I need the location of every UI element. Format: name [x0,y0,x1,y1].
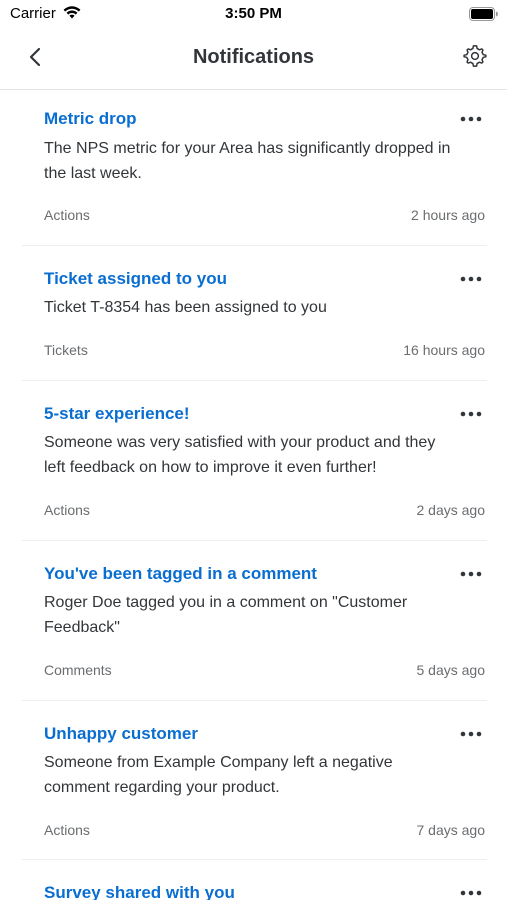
notification-body: The NPS metric for your Area has signifi… [44,140,451,182]
notification-item[interactable]: You've been tagged in a comment Roger Do… [22,541,487,701]
notification-body: Roger Doe tagged you in a comment on "Cu… [44,594,408,636]
notification-list: Metric drop The NPS metric for your Area… [0,90,507,900]
notification-item[interactable]: 5-star experience! Someone was very sati… [22,381,487,541]
notification-category: Actions [44,207,90,223]
settings-button[interactable] [461,44,489,72]
more-options-button[interactable] [457,723,485,743]
ellipsis-icon [460,883,482,900]
more-options-button[interactable] [457,882,485,900]
notification-item[interactable]: Survey shared with you [22,860,487,900]
notification-time: 5 days ago [416,662,486,678]
notification-time: 16 hours ago [403,342,485,358]
notification-title: You've been tagged in a comment [44,564,317,583]
notification-time: 2 days ago [416,502,486,518]
ellipsis-icon [460,269,482,287]
more-options-button[interactable] [457,268,485,288]
notification-title: Survey shared with you [44,883,235,900]
ellipsis-icon [460,724,482,742]
notification-item[interactable]: Unhappy customer Someone from Example Co… [22,701,487,860]
notification-time: 2 hours ago [411,207,485,223]
notification-title: Unhappy customer [44,724,198,743]
ellipsis-icon [460,564,482,582]
more-options-button[interactable] [457,563,485,583]
ellipsis-icon [460,109,482,127]
status-bar: Carrier 3:50 PM [0,0,507,28]
ellipsis-icon [460,404,482,422]
status-time: 3:50 PM [225,5,282,22]
more-options-button[interactable] [457,108,485,128]
battery-icon [469,7,499,26]
notification-body: Someone was very satisfied with your pro… [44,434,436,476]
notification-item[interactable]: Ticket assigned to you Ticket T-8354 has… [22,246,487,381]
more-options-button[interactable] [457,403,485,423]
navigation-bar: Notifications [0,28,507,90]
page-title: Notifications [192,46,315,68]
notification-title: Metric drop [44,109,137,128]
notification-category: Actions [44,502,90,518]
gear-icon [463,44,487,73]
notification-category: Tickets [44,342,88,358]
notification-category: Actions [44,822,90,838]
notification-item[interactable]: Metric drop The NPS metric for your Area… [22,90,487,246]
notification-time: 7 days ago [416,822,486,838]
notification-category: Comments [44,662,112,678]
notification-title: Ticket assigned to you [44,269,227,288]
notification-title: 5-star experience! [44,404,190,423]
notification-body: Ticket T-8354 has been assigned to you [44,299,327,316]
notification-body: Someone from Example Company left a nega… [44,754,393,796]
